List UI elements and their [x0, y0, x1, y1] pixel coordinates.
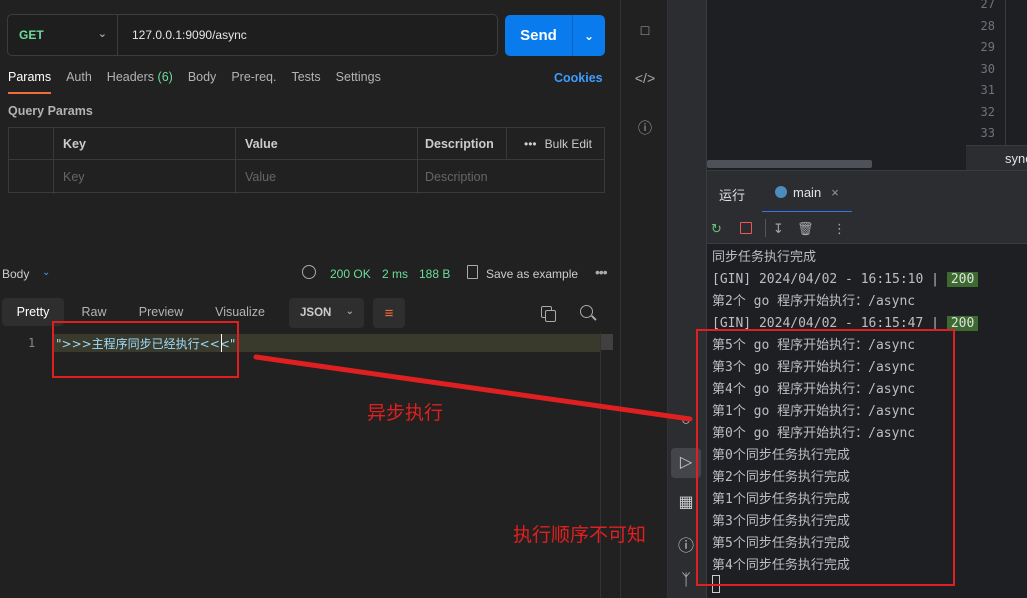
wrap-icon: ≡ [384, 304, 394, 322]
tab-auth[interactable]: Auth [66, 70, 92, 90]
request-url-bar: GET ⌄ 127.0.0.1:9090/async [7, 14, 498, 56]
line-number: 33 [980, 126, 995, 140]
comment-icon[interactable]: □ [621, 22, 669, 38]
more-vertical-icon[interactable]: ⋮ [833, 221, 846, 237]
header-value: Value [245, 137, 278, 151]
line-number: 1 [28, 336, 36, 350]
status-badge[interactable]: 200 OK [330, 267, 371, 281]
horizontal-scrollbar[interactable] [707, 160, 872, 168]
chevron-down-icon: ⌄ [345, 306, 354, 317]
toolbar-divider [765, 219, 766, 237]
line-number: 28 [980, 18, 995, 33]
annotation-box-response [52, 321, 239, 378]
key-input[interactable]: Key [55, 161, 85, 193]
postman-panel: GET ⌄ 127.0.0.1:9090/async Send ⌄ Params… [0, 0, 620, 598]
editor-scrollbar[interactable] [600, 333, 613, 598]
code-breadcrumb[interactable]: sync(cont [966, 145, 1027, 170]
line-number: 31 [980, 83, 995, 97]
gutter-divider [1005, 0, 1006, 145]
line-number: 27 [980, 0, 995, 11]
console-line-text: [GIN] 2024/04/02 - 16:15:10 | [712, 272, 939, 287]
table-header-row: Key Value Description ••• Bulk Edit [9, 128, 604, 160]
wrap-lines-button[interactable]: ≡ [373, 298, 405, 328]
description-input[interactable]: Description [417, 161, 488, 193]
status-code-badge: 200 [946, 272, 979, 287]
save-icon [467, 265, 478, 279]
run-panel-title: 运行 [719, 188, 746, 203]
chevron-down-icon: ⌄ [97, 28, 107, 40]
annotation-async-label: 异步执行 [367, 402, 444, 424]
run-panel-header: 运行 main × [707, 170, 1027, 213]
more-icon[interactable]: ••• [595, 264, 608, 280]
line-number: 32 [980, 104, 995, 119]
header-key: Key [63, 137, 86, 151]
console-line: [GIN] 2024/04/02 - 16:15:10 | 200 [712, 269, 979, 291]
run-tab-main[interactable]: main × [775, 185, 839, 200]
annotation-box-console [696, 329, 955, 586]
code-editor[interactable]: 27 28 29 30 31 32 33 sync(cont [707, 0, 1027, 170]
go-icon [775, 186, 787, 198]
send-button[interactable]: Send ⌄ [505, 15, 605, 56]
stop-icon[interactable] [740, 222, 752, 234]
method-label: GET [19, 28, 44, 42]
line-number: 30 [980, 61, 995, 76]
response-size[interactable]: 188 B [419, 267, 450, 281]
response-body-label[interactable]: Body [2, 267, 29, 281]
chevron-down-icon[interactable]: ⌄ [42, 267, 50, 278]
close-icon[interactable]: × [831, 185, 839, 200]
globe-icon[interactable] [302, 265, 316, 279]
tab-tests[interactable]: Tests [291, 70, 320, 90]
url-input[interactable]: 127.0.0.1:9090/async [132, 15, 247, 55]
format-label: JSON [300, 307, 332, 319]
console-line: 第2个 go 程序开始执行：/async [712, 294, 916, 309]
info-icon[interactable]: ⓘ [621, 118, 669, 138]
table-row: Key Value Description [9, 161, 604, 193]
more-icon: ••• [524, 137, 537, 151]
console-line: 同步任务执行完成 [712, 250, 817, 265]
format-select[interactable]: JSON ⌄ [289, 298, 364, 328]
line-numbers: 27 28 29 30 31 32 33 [965, 0, 995, 145]
run-toolbar: ↻ ↧ 🗑 ⋮ [707, 212, 1027, 244]
tab-settings[interactable]: Settings [336, 70, 381, 90]
annotation-order-label: 执行顺序不可知 [513, 524, 647, 546]
trash-icon[interactable]: 🗑 [797, 221, 814, 237]
query-params-table: Key Value Description ••• Bulk Edit Key … [8, 127, 605, 194]
tab-headers-label: Headers [106, 70, 155, 84]
chevron-down-icon[interactable]: ⌄ [573, 15, 605, 56]
value-input[interactable]: Value [237, 161, 276, 193]
tab-body[interactable]: Body [188, 70, 217, 90]
save-as-example-button[interactable]: Save as example [486, 267, 578, 281]
tab-pre-request[interactable]: Pre-req. [231, 70, 276, 90]
response-bar: Body ⌄ 200 OK 2 ms 188 B Save as example… [0, 262, 620, 286]
response-time[interactable]: 2 ms [382, 267, 408, 281]
header-description: Description [425, 137, 494, 151]
bulk-edit-label: Bulk Edit [544, 137, 592, 151]
code-icon[interactable]: </> [621, 70, 669, 86]
method-select[interactable]: GET ⌄ [8, 15, 118, 55]
bulk-edit-button[interactable]: ••• Bulk Edit [524, 128, 592, 160]
send-label: Send [520, 27, 557, 44]
rerun-icon[interactable]: ↻ [711, 221, 722, 237]
scroll-to-end-icon[interactable]: ↧ [773, 221, 784, 237]
request-tabs: Params Auth Headers (6) Body Pre-req. Te… [8, 70, 396, 94]
tab-params[interactable]: Params [8, 70, 52, 94]
tab-headers[interactable]: Headers (6) [107, 70, 173, 90]
headers-count: (6) [157, 70, 173, 84]
line-number: 29 [980, 40, 995, 54]
breadcrumb-label: sync(cont [1005, 151, 1027, 166]
copy-icon[interactable] [541, 306, 556, 322]
search-icon[interactable] [580, 305, 593, 318]
run-tab-label: main [793, 185, 822, 200]
query-params-title: Query Params [8, 104, 93, 118]
cookies-link[interactable]: Cookies [554, 71, 603, 85]
right-sidebar: □ </> ⓘ [620, 0, 668, 598]
